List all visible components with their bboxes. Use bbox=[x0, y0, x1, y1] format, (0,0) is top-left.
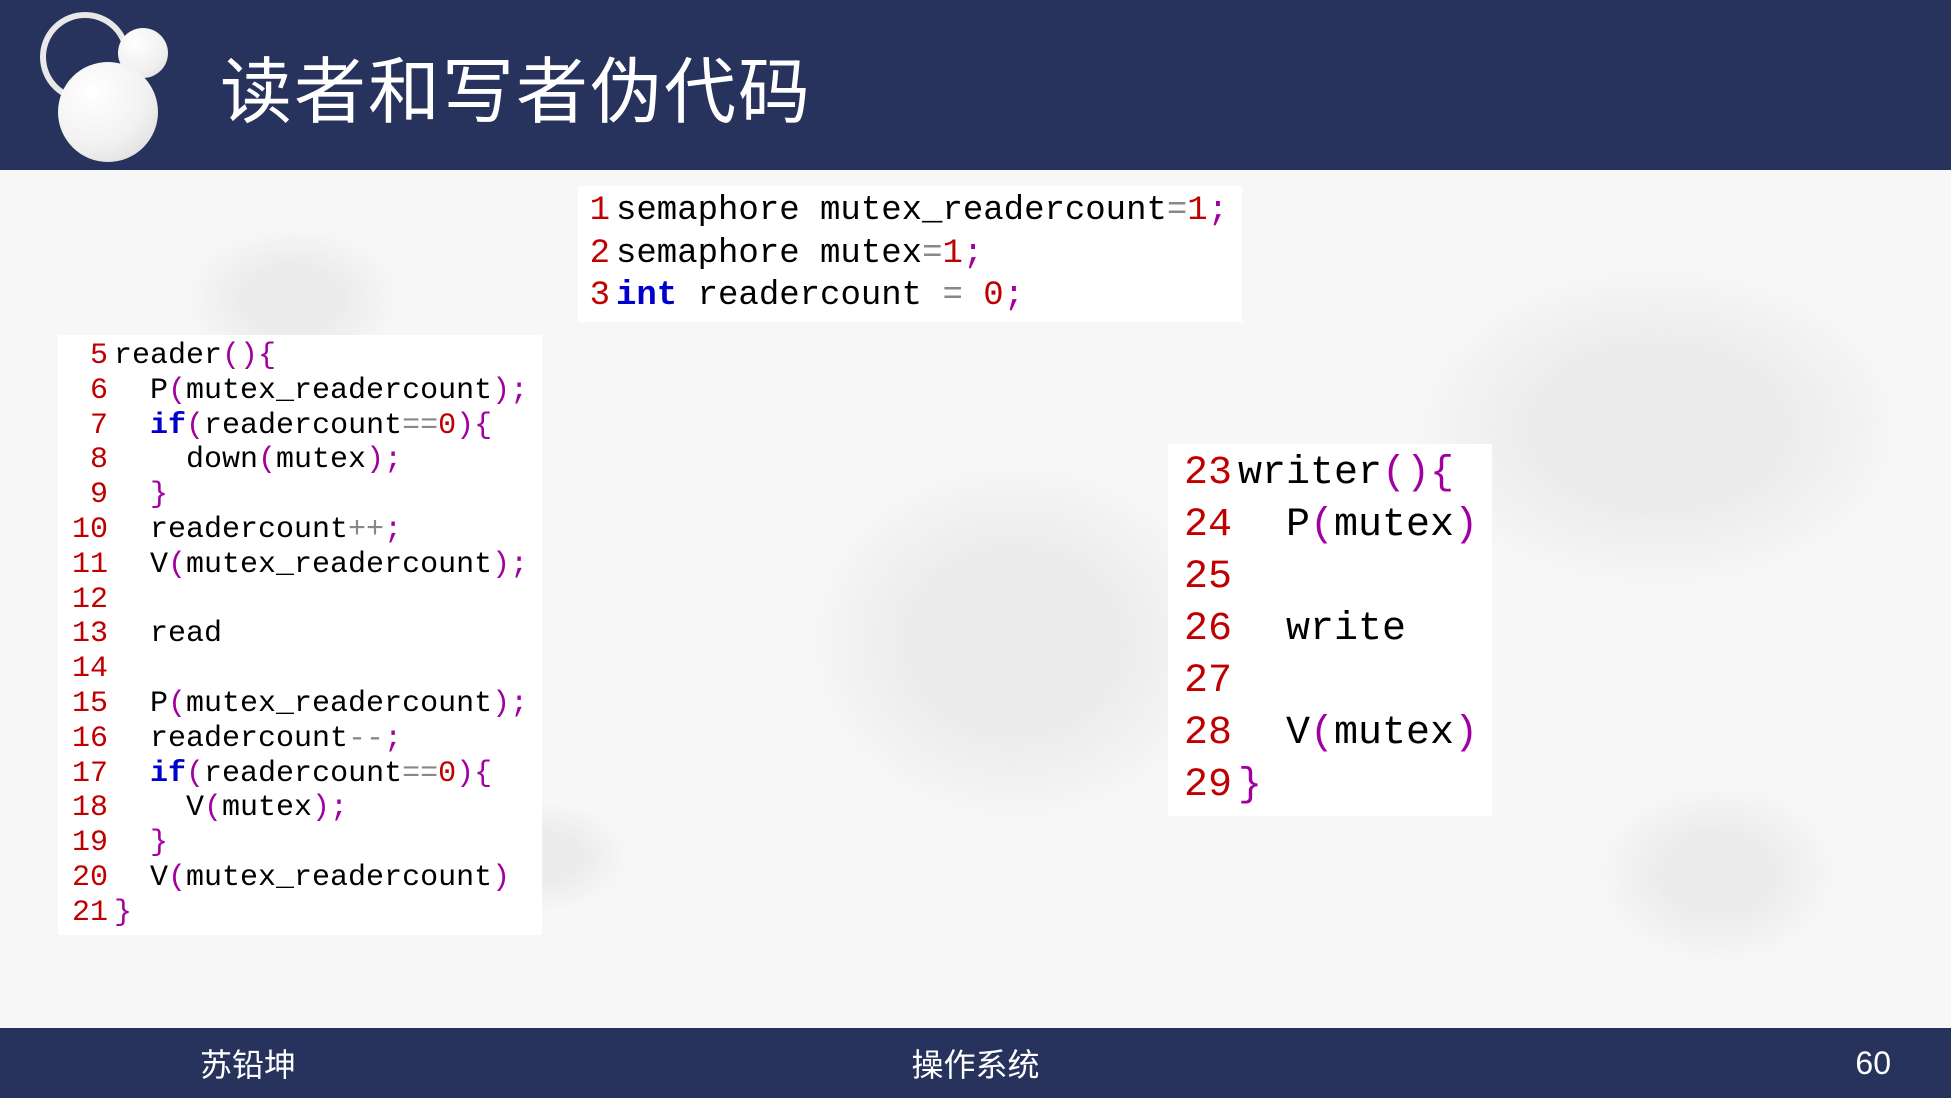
code-line: 2semaphore mutex=1; bbox=[586, 233, 1228, 276]
code-text: } bbox=[114, 896, 132, 931]
header-decoration bbox=[0, 0, 190, 170]
line-number: 26 bbox=[1176, 604, 1232, 656]
code-line: 28 V(mutex) bbox=[1176, 708, 1478, 760]
code-line: 15 P(mutex_readercount); bbox=[66, 687, 528, 722]
code-block-writer: 23writer(){24 P(mutex)2526 write2728 V(m… bbox=[1168, 444, 1492, 816]
code-text: semaphore mutex_readercount=1; bbox=[616, 190, 1228, 233]
code-text: reader(){ bbox=[114, 339, 276, 374]
code-line: 1semaphore mutex_readercount=1; bbox=[586, 190, 1228, 233]
code-text: } bbox=[114, 826, 168, 861]
line-number: 16 bbox=[66, 722, 108, 757]
code-text: } bbox=[1238, 760, 1262, 812]
line-number: 28 bbox=[1176, 708, 1232, 760]
line-number: 15 bbox=[66, 687, 108, 722]
code-text: V(mutex_readercount); bbox=[114, 548, 528, 583]
code-text: if(readercount==0){ bbox=[114, 409, 492, 444]
code-line: 12 bbox=[66, 583, 528, 618]
line-number: 14 bbox=[66, 652, 108, 687]
code-line: 7 if(readercount==0){ bbox=[66, 409, 528, 444]
code-line: 29} bbox=[1176, 760, 1478, 812]
line-number: 29 bbox=[1176, 760, 1232, 812]
code-text: V(mutex); bbox=[114, 791, 348, 826]
code-text: semaphore mutex=1; bbox=[616, 233, 983, 276]
line-number: 25 bbox=[1176, 552, 1232, 604]
code-text: if(readercount==0){ bbox=[114, 757, 492, 792]
line-number: 2 bbox=[586, 233, 610, 276]
code-line: 23writer(){ bbox=[1176, 448, 1478, 500]
code-text: writer(){ bbox=[1238, 448, 1454, 500]
code-text: } bbox=[114, 478, 168, 513]
code-line: 19 } bbox=[66, 826, 528, 861]
line-number: 10 bbox=[66, 513, 108, 548]
code-line: 25 bbox=[1176, 552, 1478, 604]
line-number: 21 bbox=[66, 896, 108, 931]
code-line: 16 readercount--; bbox=[66, 722, 528, 757]
code-line: 10 readercount++; bbox=[66, 513, 528, 548]
code-line: 20 V(mutex_readercount) bbox=[66, 861, 528, 896]
code-text: V(mutex) bbox=[1238, 708, 1478, 760]
code-text: readercount++; bbox=[114, 513, 402, 548]
code-block-reader: 5reader(){6 P(mutex_readercount);7 if(re… bbox=[58, 335, 542, 935]
line-number: 17 bbox=[66, 757, 108, 792]
code-line: 6 P(mutex_readercount); bbox=[66, 374, 528, 409]
slide-footer: 苏铅坤 操作系统 60 bbox=[0, 1028, 1951, 1098]
slide-header: 读者和写者伪代码 bbox=[0, 0, 1951, 170]
line-number: 8 bbox=[66, 443, 108, 478]
code-text: readercount--; bbox=[114, 722, 402, 757]
line-number: 18 bbox=[66, 791, 108, 826]
line-number: 3 bbox=[586, 275, 610, 318]
slide-title: 读者和写者伪代码 bbox=[220, 33, 812, 138]
code-text: V(mutex_readercount) bbox=[114, 861, 510, 896]
line-number: 9 bbox=[66, 478, 108, 513]
code-line: 21} bbox=[66, 896, 528, 931]
line-number: 1 bbox=[586, 190, 610, 233]
line-number: 20 bbox=[66, 861, 108, 896]
code-line: 13 read bbox=[66, 617, 528, 652]
footer-page-number: 60 bbox=[1855, 1045, 1891, 1082]
line-number: 24 bbox=[1176, 500, 1232, 552]
slide-content: 1semaphore mutex_readercount=1;2semaphor… bbox=[0, 170, 1951, 1028]
footer-author: 苏铅坤 bbox=[200, 1040, 296, 1086]
code-line: 17 if(readercount==0){ bbox=[66, 757, 528, 792]
line-number: 19 bbox=[66, 826, 108, 861]
code-text: read bbox=[114, 617, 222, 652]
line-number: 23 bbox=[1176, 448, 1232, 500]
code-line: 8 down(mutex); bbox=[66, 443, 528, 478]
footer-course: 操作系统 bbox=[911, 1040, 1039, 1086]
code-line: 24 P(mutex) bbox=[1176, 500, 1478, 552]
code-line: 14 bbox=[66, 652, 528, 687]
code-text: P(mutex_readercount); bbox=[114, 687, 528, 722]
code-text: P(mutex) bbox=[1238, 500, 1478, 552]
line-number: 5 bbox=[66, 339, 108, 374]
code-text: down(mutex); bbox=[114, 443, 402, 478]
line-number: 11 bbox=[66, 548, 108, 583]
code-line: 9 } bbox=[66, 478, 528, 513]
line-number: 12 bbox=[66, 583, 108, 618]
code-text: P(mutex_readercount); bbox=[114, 374, 528, 409]
code-line: 3int readercount = 0; bbox=[586, 275, 1228, 318]
line-number: 13 bbox=[66, 617, 108, 652]
code-text: int readercount = 0; bbox=[616, 275, 1024, 318]
code-line: 11 V(mutex_readercount); bbox=[66, 548, 528, 583]
line-number: 7 bbox=[66, 409, 108, 444]
code-line: 18 V(mutex); bbox=[66, 791, 528, 826]
line-number: 27 bbox=[1176, 656, 1232, 708]
code-line: 5reader(){ bbox=[66, 339, 528, 374]
code-block-declarations: 1semaphore mutex_readercount=1;2semaphor… bbox=[578, 186, 1242, 322]
line-number: 6 bbox=[66, 374, 108, 409]
code-text: write bbox=[1238, 604, 1406, 656]
code-line: 26 write bbox=[1176, 604, 1478, 656]
sphere-large-icon bbox=[58, 62, 158, 162]
code-line: 27 bbox=[1176, 656, 1478, 708]
